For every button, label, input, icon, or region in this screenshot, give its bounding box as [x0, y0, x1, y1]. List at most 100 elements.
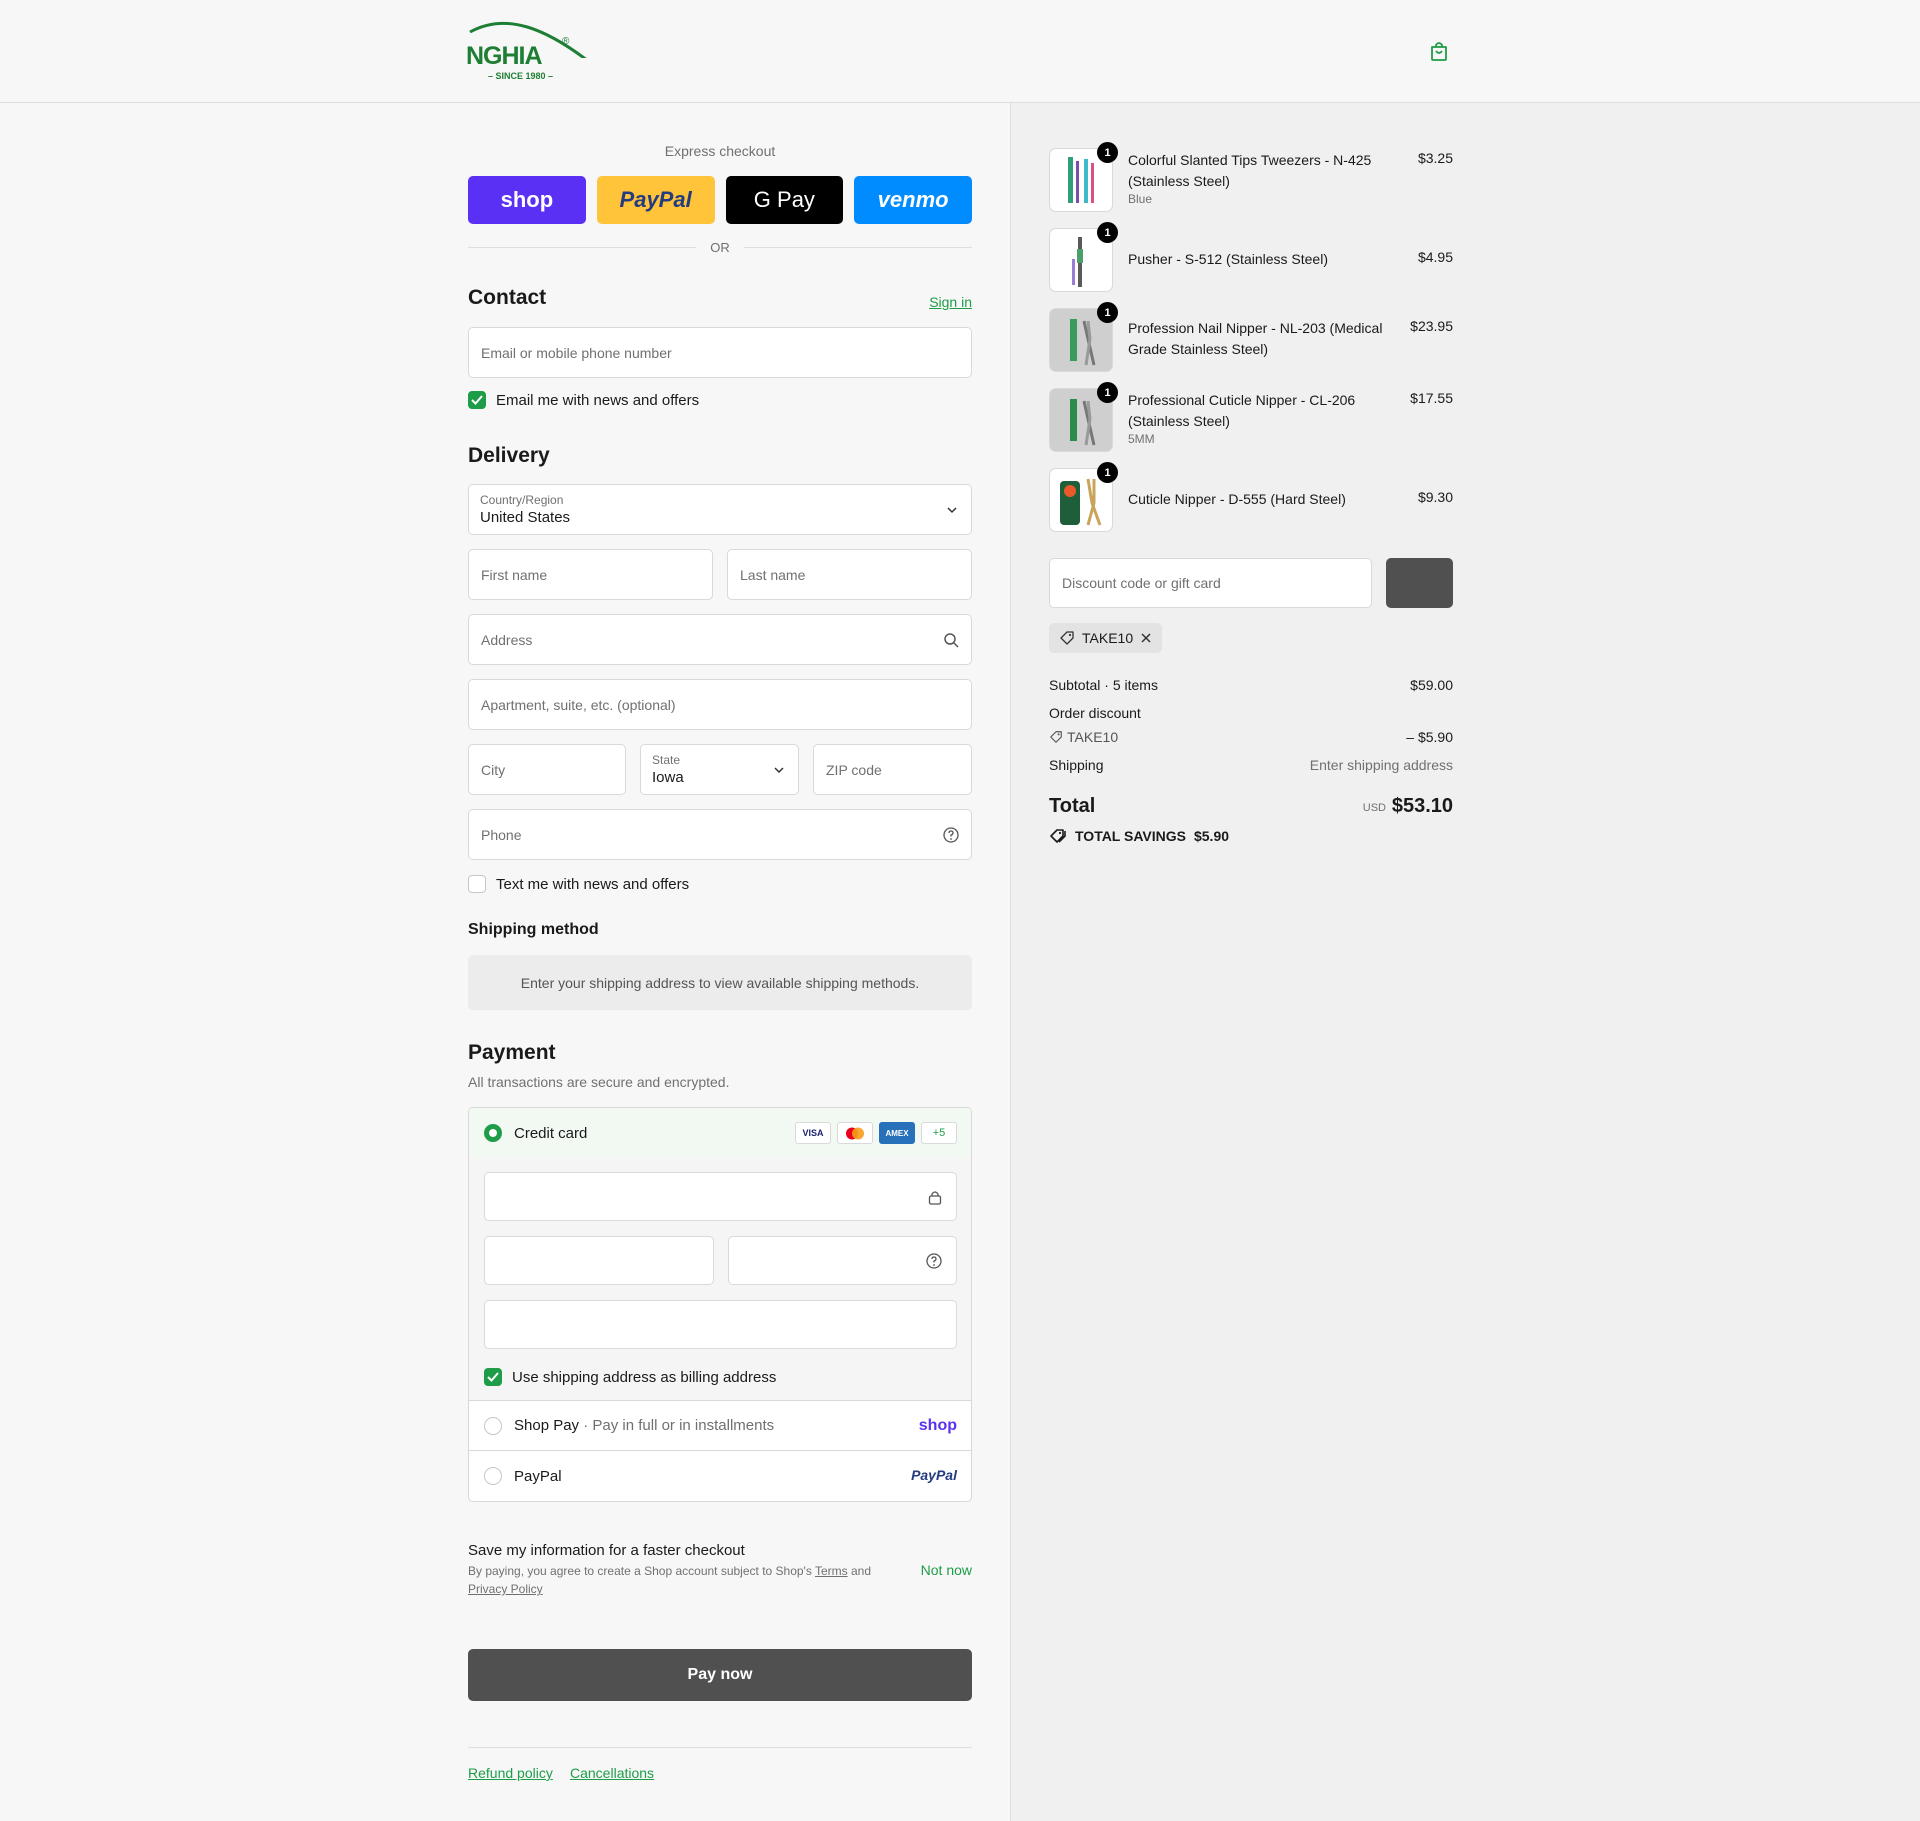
- total-value: $53.10: [1391, 795, 1453, 817]
- shop-pay-option[interactable]: Shop Pay · Pay in full or in installment…: [469, 1401, 971, 1451]
- item-variant: Blue: [1128, 192, 1153, 206]
- contact-title: Contact: [468, 286, 547, 309]
- logo-since: – SINCE 1980 –: [488, 71, 554, 81]
- discount-code-field[interactable]: Discount code or gift card: [1049, 558, 1372, 608]
- email-news-checkbox-row[interactable]: Email me with news and offers: [468, 391, 699, 409]
- card-number-field[interactable]: [484, 1172, 957, 1221]
- discount-chip-label: TAKE10: [1082, 630, 1134, 646]
- billing-checkbox-row[interactable]: Use shipping address as billing address: [484, 1368, 776, 1386]
- cancellations-link[interactable]: Cancellations: [570, 1765, 654, 1781]
- checkout-form-panel: Express checkout shop PayPal G Pay venmo…: [0, 103, 1010, 1821]
- brand-logo[interactable]: NGHIA ® – SINCE 1980 –: [466, 18, 596, 86]
- apply-discount-button[interactable]: [1386, 558, 1453, 608]
- paypal-brand-icon: PayPal: [911, 1467, 957, 1483]
- total-currency: USD: [1362, 802, 1386, 814]
- save-info-terms: By paying, you agree to create a Shop ac…: [468, 1564, 871, 1596]
- venmo-button[interactable]: venmo: [854, 176, 972, 224]
- line-item: 1 Cuticle Nipper - D-555 (Hard Steel) $9…: [1049, 462, 1453, 534]
- name-on-card-field[interactable]: [484, 1300, 957, 1349]
- credit-card-option[interactable]: Credit card VISA AMEX +5: [469, 1108, 971, 1159]
- savings-label: TOTAL SAVINGS: [1075, 828, 1186, 844]
- search-icon: [944, 633, 959, 648]
- text-news-checkbox[interactable]: [468, 875, 486, 893]
- shipping-value: Enter shipping address: [1309, 757, 1453, 773]
- header: NGHIA ® – SINCE 1980 –: [0, 0, 1920, 103]
- item-price: $17.55: [1410, 390, 1453, 406]
- billing-label: Use shipping address as billing address: [512, 1368, 777, 1386]
- chevron-down-icon: [774, 767, 784, 774]
- sign-in-link[interactable]: Sign in: [929, 294, 972, 310]
- shipping-row: Shipping Enter shipping address: [1049, 757, 1453, 773]
- paypal-option[interactable]: PayPal PayPal: [469, 1451, 971, 1501]
- mastercard-icon: [837, 1122, 873, 1144]
- paypal-label: PayPal: [514, 1467, 562, 1485]
- not-now-button[interactable]: Not now: [921, 1562, 972, 1578]
- footer-divider: [468, 1747, 972, 1748]
- line-item: 1 Pusher - S-512 (Stainless Steel) $4.95: [1049, 222, 1453, 294]
- billing-checkbox[interactable]: [484, 1368, 502, 1386]
- shop-pay-button[interactable]: shop: [468, 176, 586, 224]
- privacy-link[interactable]: Privacy Policy: [468, 1582, 543, 1596]
- terms-link[interactable]: Terms: [815, 1564, 848, 1578]
- state-value: Iowa: [652, 769, 684, 786]
- subtotal-label: Subtotal · 5 items: [1049, 677, 1158, 693]
- shipping-method-title: Shipping method: [468, 921, 599, 938]
- logo-text: NGHIA: [466, 42, 543, 70]
- item-name: Colorful Slanted Tips Tweezers - N-425 (S…: [1128, 152, 1372, 189]
- paypal-button[interactable]: PayPal: [596, 176, 715, 224]
- item-name: Professional Cuticle Nipper - CL-206 (Sta…: [1128, 392, 1356, 429]
- last-name-field[interactable]: Last name: [727, 549, 972, 600]
- discount-value: – $5.90: [1406, 729, 1453, 745]
- check-icon: [471, 395, 483, 405]
- discount-code-label: TAKE10: [1067, 729, 1119, 745]
- help-icon[interactable]: [926, 1253, 942, 1269]
- line-item: 1 Colorful Slanted Tips Tweezers - N-425…: [1049, 142, 1453, 214]
- help-icon[interactable]: [943, 827, 959, 843]
- discount-chip: TAKE10: [1049, 623, 1163, 653]
- expiry-field[interactable]: [484, 1236, 714, 1285]
- country-label: Country/Region: [480, 493, 564, 507]
- shipping-notice: Enter your shipping address to view avai…: [468, 955, 972, 1010]
- security-code-field[interactable]: [728, 1236, 957, 1285]
- email-news-checkbox[interactable]: [468, 391, 486, 409]
- order-discount-label: Order discount: [1049, 705, 1141, 721]
- refund-policy-link[interactable]: Refund policy: [468, 1765, 553, 1781]
- zip-field[interactable]: ZIP code: [813, 744, 972, 795]
- tags-icon: [1050, 829, 1066, 843]
- apartment-field[interactable]: Apartment, suite, etc. (optional): [468, 679, 972, 730]
- payment-subtitle: All transactions are secure and encrypte…: [468, 1074, 730, 1090]
- shopping-bag-icon[interactable]: [1428, 40, 1450, 62]
- text-news-checkbox-row[interactable]: Text me with news and offers: [468, 875, 689, 893]
- city-field[interactable]: City: [468, 744, 626, 795]
- quantity-badge: 1: [1097, 382, 1118, 403]
- pay-now-button[interactable]: Pay now: [468, 1649, 972, 1701]
- payment-title: Payment: [468, 1041, 556, 1064]
- address-field[interactable]: Address: [468, 614, 972, 665]
- card-form: Use shipping address as billing address: [469, 1158, 971, 1401]
- item-price: $3.25: [1417, 150, 1453, 166]
- discount-row: TAKE10 – $5.90: [1049, 729, 1453, 745]
- country-select[interactable]: Country/Region United States: [468, 484, 972, 535]
- express-checkout-title: Express checkout: [664, 143, 776, 159]
- google-pay-button[interactable]: G Pay: [725, 176, 844, 224]
- quantity-badge: 1: [1097, 462, 1118, 483]
- item-variant: 5MM: [1128, 432, 1155, 446]
- total-label: Total: [1049, 795, 1096, 817]
- close-icon[interactable]: [1140, 632, 1152, 644]
- credit-card-radio[interactable]: [484, 1124, 502, 1142]
- phone-field[interactable]: Phone: [468, 809, 972, 860]
- shop-pay-radio[interactable]: [484, 1416, 502, 1435]
- first-name-field[interactable]: First name: [468, 549, 713, 600]
- quantity-badge: 1: [1097, 302, 1118, 323]
- country-value: United States: [480, 509, 571, 526]
- phone-placeholder: Phone: [481, 826, 522, 843]
- state-select[interactable]: State Iowa: [640, 744, 799, 795]
- paypal-radio[interactable]: [484, 1467, 502, 1485]
- lock-icon: [928, 1191, 942, 1205]
- check-icon: [487, 1372, 499, 1382]
- credit-card-label: Credit card: [514, 1124, 588, 1142]
- subtotal-value: $59.00: [1410, 677, 1453, 693]
- email-field[interactable]: Email or mobile phone number: [468, 327, 972, 378]
- subtotal-row: Subtotal · 5 items $59.00: [1049, 677, 1453, 693]
- line-item: 1 Profession Nail Nipper - NL-203 (Medic…: [1049, 302, 1453, 374]
